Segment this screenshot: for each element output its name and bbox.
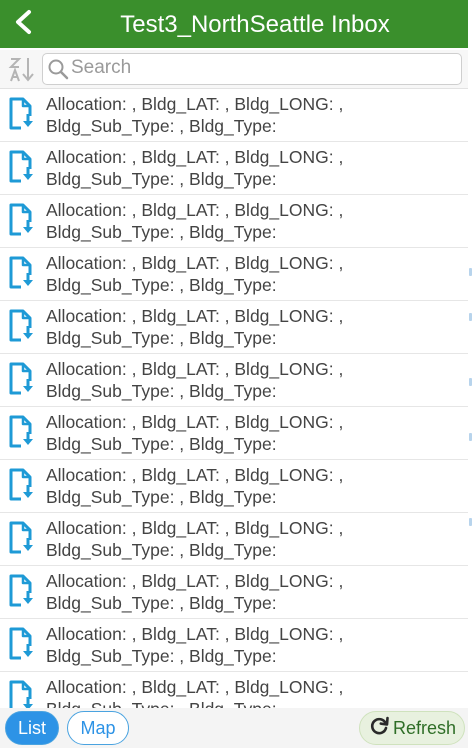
refresh-icon: [368, 715, 393, 742]
list-item-text: Allocation: , Bldg_LAT: , Bldg_LONG: , Bl…: [46, 676, 462, 709]
list-item-line2: Bldg_Sub_Type: , Bldg_Type:: [46, 593, 277, 613]
list-item-line2: Bldg_Sub_Type: , Bldg_Type:: [46, 328, 277, 348]
map-view-button[interactable]: Map: [67, 711, 129, 745]
list-item-text: Allocation: , Bldg_LAT: , Bldg_LONG: , Bl…: [46, 570, 462, 614]
list-item-line1: Allocation: , Bldg_LAT: , Bldg_LONG: ,: [46, 253, 344, 273]
refresh-button[interactable]: Refresh: [359, 711, 465, 745]
list-item[interactable]: Allocation: , Bldg_LAT: , Bldg_LONG: , Bl…: [0, 513, 468, 566]
document-download-icon: [8, 150, 36, 189]
list-item[interactable]: Allocation: , Bldg_LAT: , Bldg_LONG: , Bl…: [0, 354, 468, 407]
list-item-line1: Allocation: , Bldg_LAT: , Bldg_LONG: ,: [46, 624, 344, 644]
document-download-icon: [8, 521, 36, 560]
list-item-line2: Bldg_Sub_Type: , Bldg_Type:: [46, 222, 277, 242]
page-title: Test3_NorthSeattle Inbox: [120, 11, 390, 38]
list-item[interactable]: Allocation: , Bldg_LAT: , Bldg_LONG: , Bl…: [0, 142, 468, 195]
document-download-icon: [8, 574, 36, 613]
document-download-icon: [8, 415, 36, 454]
document-download-icon: [8, 256, 36, 295]
chevron-left-icon: [13, 9, 35, 40]
list-item[interactable]: Allocation: , Bldg_LAT: , Bldg_LONG: , Bl…: [0, 460, 468, 513]
bottom-bar: List Map Refresh: [0, 708, 468, 748]
list-item-text: Allocation: , Bldg_LAT: , Bldg_LONG: , Bl…: [46, 199, 462, 243]
list-item[interactable]: Allocation: , Bldg_LAT: , Bldg_LONG: , Bl…: [0, 672, 468, 709]
list-item-text: Allocation: , Bldg_LAT: , Bldg_LONG: , Bl…: [46, 411, 462, 455]
list-item-line2: Bldg_Sub_Type: , Bldg_Type:: [46, 487, 277, 507]
list-item-text: Allocation: , Bldg_LAT: , Bldg_LONG: , Bl…: [46, 464, 462, 508]
list-item-text: Allocation: , Bldg_LAT: , Bldg_LONG: , Bl…: [46, 146, 462, 190]
document-download-icon: [8, 97, 36, 136]
list-item-line1: Allocation: , Bldg_LAT: , Bldg_LONG: ,: [46, 94, 344, 114]
list-item[interactable]: Allocation: , Bldg_LAT: , Bldg_LONG: , Bl…: [0, 619, 468, 672]
back-button[interactable]: [8, 8, 40, 40]
refresh-label: Refresh: [392, 717, 457, 738]
list-item-line2: Bldg_Sub_Type: , Bldg_Type:: [46, 275, 277, 295]
scroll-indicator: [469, 88, 473, 708]
search-icon: [47, 58, 69, 85]
list-item[interactable]: Allocation: , Bldg_LAT: , Bldg_LONG: , Bl…: [0, 89, 468, 142]
list-item-text: Allocation: , Bldg_LAT: , Bldg_LONG: , Bl…: [46, 517, 462, 561]
document-download-icon: [8, 203, 36, 242]
list-item-line2: Bldg_Sub_Type: , Bldg_Type:: [46, 169, 277, 189]
list-item-line1: Allocation: , Bldg_LAT: , Bldg_LONG: ,: [46, 200, 344, 220]
list-item-text: Allocation: , Bldg_LAT: , Bldg_LONG: , Bl…: [46, 623, 462, 667]
document-download-icon: [8, 627, 36, 666]
list-item-line1: Allocation: , Bldg_LAT: , Bldg_LONG: ,: [46, 306, 344, 326]
list-item-line2: Bldg_Sub_Type: , Bldg_Type:: [46, 116, 277, 136]
list-item[interactable]: Allocation: , Bldg_LAT: , Bldg_LONG: , Bl…: [0, 566, 468, 619]
list-item[interactable]: Allocation: , Bldg_LAT: , Bldg_LONG: , Bl…: [0, 195, 468, 248]
list-item-text: Allocation: , Bldg_LAT: , Bldg_LONG: , Bl…: [46, 358, 462, 402]
document-download-icon: [8, 468, 36, 507]
list-item-text: Allocation: , Bldg_LAT: , Bldg_LONG: , Bl…: [46, 305, 462, 349]
list-item-line2: Bldg_Sub_Type: , Bldg_Type:: [46, 381, 277, 401]
list-item[interactable]: Allocation: , Bldg_LAT: , Bldg_LONG: , Bl…: [0, 407, 468, 460]
list-item-line1: Allocation: , Bldg_LAT: , Bldg_LONG: ,: [46, 147, 344, 167]
list-view-button[interactable]: List: [5, 711, 59, 745]
list-item-line1: Allocation: , Bldg_LAT: , Bldg_LONG: ,: [46, 518, 344, 538]
list-item-line1: Allocation: , Bldg_LAT: , Bldg_LONG: ,: [46, 412, 344, 432]
list-item-text: Allocation: , Bldg_LAT: , Bldg_LONG: , Bl…: [46, 93, 462, 137]
list-item-line2: Bldg_Sub_Type: , Bldg_Type:: [46, 646, 277, 666]
search-field[interactable]: [42, 53, 462, 85]
sort-button[interactable]: [6, 55, 38, 83]
list-item-text: Allocation: , Bldg_LAT: , Bldg_LONG: , Bl…: [46, 252, 462, 296]
document-download-icon: [8, 680, 36, 709]
list-item-line1: Allocation: , Bldg_LAT: , Bldg_LONG: ,: [46, 571, 344, 591]
document-download-icon: [8, 362, 36, 401]
sort-alpha-icon: [6, 58, 38, 87]
list-item-line1: Allocation: , Bldg_LAT: , Bldg_LONG: ,: [46, 677, 344, 697]
list-item-line1: Allocation: , Bldg_LAT: , Bldg_LONG: ,: [46, 465, 344, 485]
list-item-line2: Bldg_Sub_Type: , Bldg_Type:: [46, 540, 277, 560]
document-download-icon: [8, 309, 36, 348]
inbox-list[interactable]: Allocation: , Bldg_LAT: , Bldg_LONG: , Bl…: [0, 88, 468, 709]
list-item[interactable]: Allocation: , Bldg_LAT: , Bldg_LONG: , Bl…: [0, 248, 468, 301]
list-item-line2: Bldg_Sub_Type: , Bldg_Type:: [46, 434, 277, 454]
search-row: [0, 50, 468, 88]
list-item[interactable]: Allocation: , Bldg_LAT: , Bldg_LONG: , Bl…: [0, 301, 468, 354]
search-input[interactable]: [71, 56, 451, 80]
list-item-line1: Allocation: , Bldg_LAT: , Bldg_LONG: ,: [46, 359, 344, 379]
app-header: Test3_NorthSeattle Inbox: [0, 0, 468, 48]
